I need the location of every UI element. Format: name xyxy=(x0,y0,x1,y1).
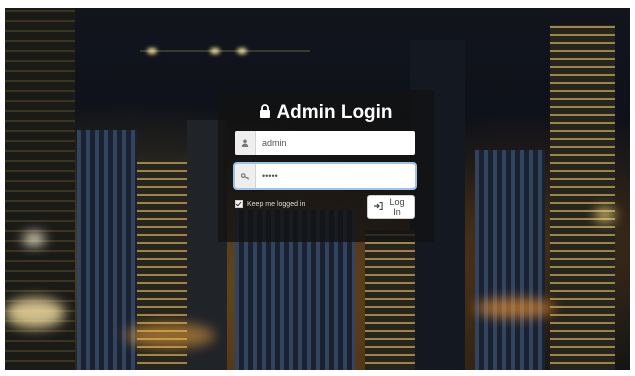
key-icon xyxy=(235,164,256,188)
city-light xyxy=(23,233,45,245)
crane xyxy=(140,50,310,52)
password-input[interactable] xyxy=(256,164,415,188)
building xyxy=(365,230,415,370)
sign-in-icon xyxy=(374,202,383,212)
user-icon xyxy=(235,131,256,155)
username-input[interactable] xyxy=(256,131,415,155)
city-light xyxy=(475,298,555,318)
login-button-label: Log In xyxy=(389,197,405,217)
crane-light xyxy=(147,48,157,54)
lock-icon xyxy=(259,102,271,124)
remember-me[interactable]: Keep me logged in xyxy=(235,200,305,208)
crane-light xyxy=(237,48,247,54)
city-light xyxy=(595,208,615,222)
login-title: Admin Login xyxy=(218,102,434,124)
remember-label: Keep me logged in xyxy=(247,200,306,208)
username-field[interactable] xyxy=(235,131,415,155)
login-button[interactable]: Log In xyxy=(367,195,415,219)
remember-checkbox[interactable] xyxy=(235,200,243,208)
city-light xyxy=(5,298,65,328)
building xyxy=(475,150,545,370)
background-image: Admin Login Keep me logged in xyxy=(5,8,630,370)
building xyxy=(550,25,615,370)
login-title-text: Admin Login xyxy=(276,102,393,123)
crane-light xyxy=(210,48,220,54)
city-light xyxy=(125,323,215,348)
password-field[interactable] xyxy=(233,162,417,190)
login-panel: Admin Login Keep me logged in xyxy=(218,90,434,242)
